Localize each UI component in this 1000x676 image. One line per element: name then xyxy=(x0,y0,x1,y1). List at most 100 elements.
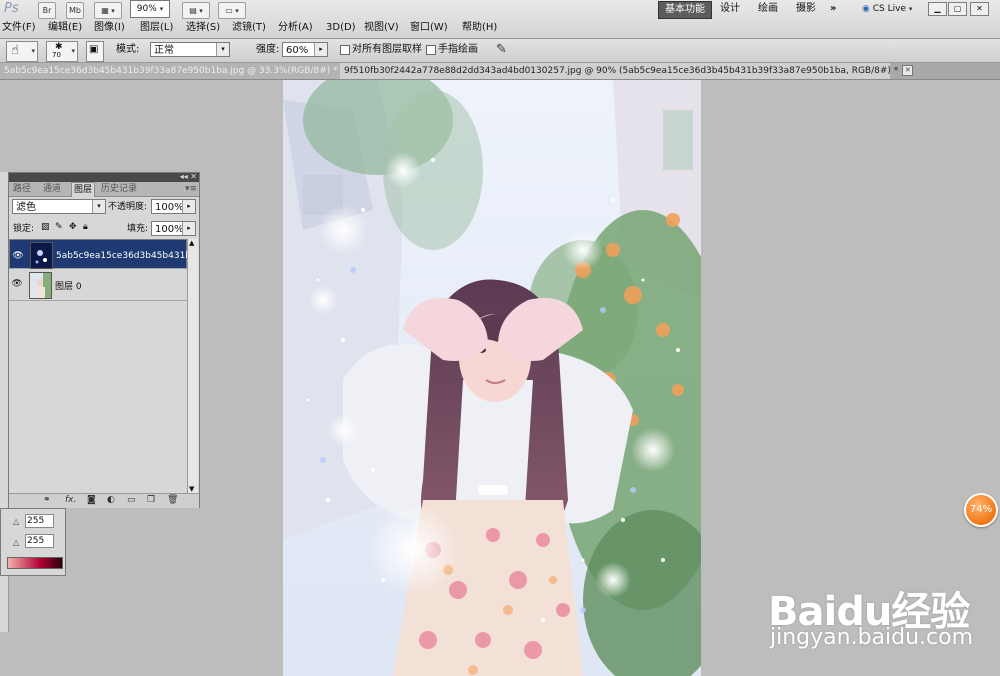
scroll-up-icon[interactable]: ▲ xyxy=(189,239,194,247)
layers-scrollbar[interactable]: ▲ ▼ xyxy=(187,239,198,493)
strength-slider-arrow-icon: ▸ xyxy=(314,43,327,56)
layer-thumbnail xyxy=(29,272,52,299)
lock-position-icon[interactable]: ✥ xyxy=(69,222,77,232)
panel-tab-bar: 路径 通道 图层 历史记录 ▾≡ xyxy=(9,182,199,197)
collapse-panel-icon[interactable]: ◂◂ ✕ xyxy=(180,172,197,181)
tab-document-2[interactable]: 9f510fb30f2442a778e88d2dd343ad4bd0130257… xyxy=(340,63,914,79)
layer-style-button[interactable]: fx. xyxy=(65,495,76,505)
menu-help[interactable]: 帮助(H) xyxy=(462,21,497,35)
strength-label: 强度: xyxy=(256,44,280,55)
lock-all-icon[interactable]: 🔒︎ xyxy=(83,222,88,232)
layer-name: 5ab5c9ea15ce36d3b45b431b... xyxy=(56,251,200,261)
watermark-url: jingyan.baidu.com xyxy=(770,625,974,650)
tablet-pressure-icon[interactable]: ✎ xyxy=(496,42,507,57)
close-button[interactable]: ✕ xyxy=(970,2,989,16)
add-mask-icon[interactable]: ◙ xyxy=(87,495,96,505)
menu-filter[interactable]: 滤镜(T) xyxy=(232,21,266,35)
tab-document-1-title: 5ab5c9ea15ce36d3b45b431b39f33a87e950b1ba… xyxy=(4,66,338,76)
maximize-button[interactable]: ▢ xyxy=(948,2,967,16)
menu-file[interactable]: 文件(F) xyxy=(2,21,36,35)
bridge-button[interactable]: Br xyxy=(38,2,56,19)
panel-menu-icon[interactable]: ▾≡ xyxy=(185,183,197,195)
fill-label: 填充: xyxy=(127,224,149,234)
workspace-photography[interactable]: 摄影 xyxy=(790,1,822,17)
minimize-button[interactable]: ▁ xyxy=(928,2,947,16)
scroll-down-icon[interactable]: ▼ xyxy=(189,485,194,493)
document-tab-bar: 5ab5c9ea15ce36d3b45b431b39f33a87e950b1ba… xyxy=(0,63,1000,80)
new-group-icon[interactable]: ▭ xyxy=(127,495,136,505)
adjustment-layer-icon[interactable]: ◐ xyxy=(107,495,115,505)
tab-channels[interactable]: 通道 xyxy=(43,183,61,195)
menu-3d[interactable]: 3D(D) xyxy=(326,21,356,35)
zoom-percentage-badge[interactable]: 74% xyxy=(964,493,998,527)
link-layers-icon[interactable]: ⚭ xyxy=(43,495,51,505)
finger-painting-label: 手指绘画 xyxy=(438,44,478,55)
smudge-tool-icon: ☝ xyxy=(11,43,19,58)
lock-label: 锁定: xyxy=(13,224,35,234)
visibility-eye-icon[interactable]: 👁︎ xyxy=(11,279,23,289)
layers-panel-footer: ⚭ fx. ◙ ◐ ▭ ❐ 🗑︎ xyxy=(9,493,199,508)
menu-select[interactable]: 选择(S) xyxy=(186,21,220,35)
workspace-painting[interactable]: 绘画 xyxy=(752,1,784,17)
menu-window[interactable]: 窗口(W) xyxy=(410,21,448,35)
tab-paths[interactable]: 路径 xyxy=(13,183,31,195)
strength-field[interactable]: 60% ▸ xyxy=(282,42,328,57)
layers-panel: ◂◂ ✕ 路径 通道 图层 历史记录 ▾≡ 滤色 ▾ 不透明度: 100% ▸ 锁定… xyxy=(8,172,200,508)
menu-analysis[interactable]: 分析(A) xyxy=(278,21,313,35)
color-value-field-2[interactable]: 255 xyxy=(25,534,54,548)
mini-bridge-button[interactable]: Mb xyxy=(66,2,84,19)
layer-name: 图层 0 xyxy=(55,282,82,292)
document-canvas-photo[interactable] xyxy=(283,80,701,676)
slider-marker-icon[interactable]: △ xyxy=(13,517,19,526)
finger-painting-checkbox[interactable] xyxy=(426,45,436,55)
color-ramp[interactable] xyxy=(7,557,63,569)
menu-layer[interactable]: 图层(L) xyxy=(140,21,173,35)
opacity-field[interactable]: 100% ▸ xyxy=(151,199,196,214)
brush-size-label: 70 xyxy=(52,51,61,59)
mode-label: 模式: xyxy=(116,44,140,55)
layer-row-sparkle[interactable]: 👁︎ 5ab5c9ea15ce36d3b45b431b... xyxy=(9,239,200,269)
workspace-essentials[interactable]: 基本功能 xyxy=(658,1,712,19)
lock-pixels-icon[interactable]: ✎ xyxy=(55,222,63,232)
mode-select[interactable]: 正常 ▾ xyxy=(150,42,230,57)
panel-title-bar[interactable]: ◂◂ ✕ xyxy=(9,172,199,182)
baidu-jingyan-watermark: Baidu经验 jingyan.baidu.com xyxy=(768,565,998,665)
menu-view[interactable]: 视图(V) xyxy=(364,21,399,35)
more-workspaces-button[interactable]: » xyxy=(824,1,842,17)
tool-options-bar: ☝ ▾ ✱ 70 ▾ ▣ 模式: 正常 ▾ 强度: 60% ▸ 对所有图层取样 手指… xyxy=(0,39,1000,63)
slider-marker-icon[interactable]: △ xyxy=(13,538,19,547)
layer-row-photo[interactable]: 👁︎ 图层 0 xyxy=(9,270,187,301)
lock-transparency-icon[interactable]: ▨ xyxy=(41,222,50,232)
blend-mode-select[interactable]: 滤色 ▾ xyxy=(12,199,106,214)
opacity-label: 不透明度: xyxy=(108,202,148,212)
cs-live-icon: ◉ xyxy=(862,4,870,14)
zoom-level-field[interactable]: 90% ▾ xyxy=(130,0,170,18)
tab-document-1[interactable]: 5ab5c9ea15ce36d3b45b431b39f33a87e950b1ba… xyxy=(0,63,353,79)
color-value-field-1[interactable]: 255 xyxy=(25,514,54,528)
brush-panel-icon: ▣ xyxy=(89,44,99,55)
screen-mode-button[interactable]: ▭ ▾ xyxy=(218,2,246,19)
photoshop-logo: Ps xyxy=(4,1,19,16)
menu-edit[interactable]: 编辑(E) xyxy=(48,21,82,35)
visibility-eye-icon[interactable]: 👁︎ xyxy=(12,249,24,261)
tool-preset-picker[interactable]: ☝ ▾ xyxy=(6,41,38,62)
color-panel: △ 255 △ 255 xyxy=(0,508,66,576)
application-bar: Ps Br Mb ▦ ▾ 90% ▾ ▤ ▾ ▭ ▾ 基本功能 设计 绘画 摄影… xyxy=(0,0,1000,39)
close-tab-icon[interactable]: ✕ xyxy=(902,65,914,76)
tab-layers[interactable]: 图层 xyxy=(71,182,96,197)
new-layer-icon[interactable]: ❐ xyxy=(147,495,155,505)
menu-image[interactable]: 图像(I) xyxy=(94,21,125,35)
workspace-design[interactable]: 设计 xyxy=(714,1,746,17)
layer-thumbnail xyxy=(30,242,53,269)
tab-history[interactable]: 历史记录 xyxy=(101,183,137,195)
tab-document-2-title: 9f510fb30f2442a778e88d2dd343ad4bd0130257… xyxy=(344,66,899,76)
brush-preset-picker[interactable]: ✱ 70 ▾ xyxy=(46,41,78,62)
delete-layer-icon[interactable]: 🗑︎ xyxy=(167,495,178,505)
view-extras-button[interactable]: ▦ ▾ xyxy=(94,2,122,19)
arrange-documents-button[interactable]: ▤ ▾ xyxy=(182,2,210,19)
sample-all-layers-checkbox[interactable] xyxy=(340,45,350,55)
fill-field[interactable]: 100% ▸ xyxy=(151,221,196,236)
brush-panel-toggle[interactable]: ▣ xyxy=(86,41,104,62)
sample-all-layers-label: 对所有图层取样 xyxy=(352,44,422,55)
cs-live-button[interactable]: ◉ CS Live ▾ xyxy=(862,1,912,17)
